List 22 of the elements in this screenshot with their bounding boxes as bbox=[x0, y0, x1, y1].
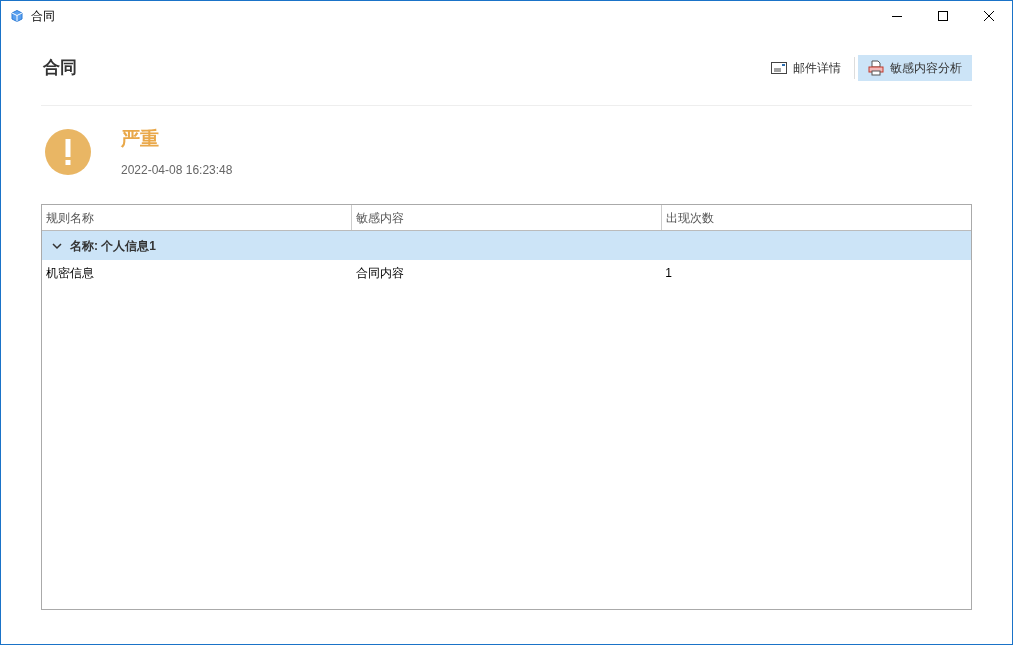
column-header[interactable]: 规则名称 bbox=[42, 205, 351, 230]
toolbar-button[interactable]: 敏感内容分析 bbox=[858, 55, 972, 81]
minimize-icon bbox=[892, 15, 902, 17]
page-title: 合同 bbox=[43, 57, 77, 80]
toolbar-button[interactable]: 邮件详情 bbox=[761, 55, 851, 81]
table-cell-text: 1 bbox=[664, 265, 674, 282]
warning-icon bbox=[45, 129, 91, 175]
cube-icon bbox=[11, 10, 23, 22]
printer-icon bbox=[868, 60, 884, 76]
close-icon bbox=[984, 11, 994, 21]
chevron-down-icon[interactable] bbox=[52, 240, 62, 251]
timestamp: 2022-04-08 16:23:48 bbox=[121, 162, 233, 180]
envelope-icon bbox=[771, 62, 787, 74]
column-header[interactable]: 出现次数 bbox=[661, 205, 971, 230]
table-cell-text: 合同内容 bbox=[354, 265, 405, 282]
group-label: 名称: 个人信息1 bbox=[70, 237, 156, 255]
severity-label: 严重 bbox=[121, 126, 160, 151]
group-row[interactable]: 名称: 个人信息1 bbox=[42, 231, 971, 260]
table-cell-text: 机密信息 bbox=[45, 265, 95, 282]
maximize-icon bbox=[938, 11, 948, 21]
window-title: 合同 bbox=[31, 8, 55, 25]
column-header[interactable]: 敏感内容 bbox=[351, 205, 661, 230]
